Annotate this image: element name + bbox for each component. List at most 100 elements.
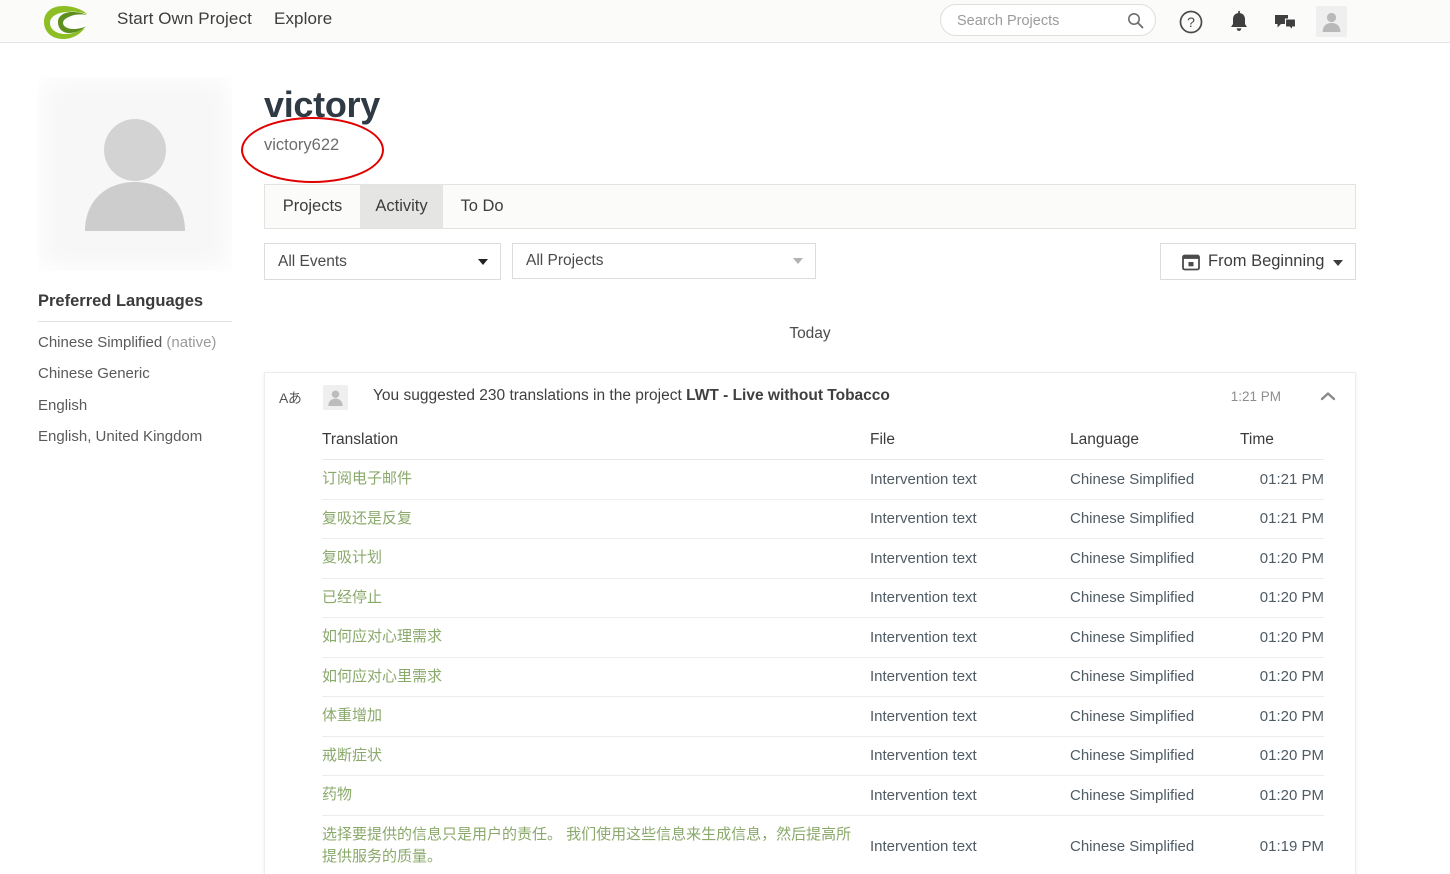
cell-translation: 如何应对心理需求 xyxy=(322,617,870,658)
translation-link[interactable]: 复吸计划 xyxy=(322,547,870,570)
profile-tab-bar: Projects Activity To Do xyxy=(264,184,1356,229)
language-item-english-uk[interactable]: English, United Kingdom xyxy=(38,428,202,445)
cell-translation: 药物 xyxy=(322,775,870,816)
cell-language: Chinese Simplified xyxy=(1070,815,1240,874)
cell-time: 01:21 PM xyxy=(1240,459,1324,500)
chevron-up-icon[interactable] xyxy=(1319,389,1337,401)
cell-time: 01:20 PM xyxy=(1240,696,1324,737)
table-header-row: Translation File Language Time xyxy=(322,431,1324,460)
translation-link[interactable]: 已经停止 xyxy=(322,587,870,610)
table-row: 复吸计划 Intervention text Chinese Simplified 0… xyxy=(322,538,1324,579)
translation-link[interactable]: 复吸还是反复 xyxy=(322,508,870,531)
activity-entry-header: Aあ You suggested 230 translations in the… xyxy=(265,373,1355,421)
sidebar-divider xyxy=(38,321,232,322)
cell-language: Chinese Simplified xyxy=(1070,696,1240,737)
language-name: Chinese Simplified xyxy=(38,334,163,351)
crowdin-logo-icon[interactable] xyxy=(38,3,90,41)
date-range-button[interactable]: From Beginning xyxy=(1160,243,1356,280)
cell-time: 01:20 PM xyxy=(1240,736,1324,776)
chat-icon[interactable] xyxy=(1271,8,1299,36)
cell-language: Chinese Simplified xyxy=(1070,538,1240,579)
column-header-language: Language xyxy=(1070,431,1240,460)
translation-link[interactable]: 体重增加 xyxy=(322,705,870,728)
search-input[interactable] xyxy=(955,5,1127,37)
translation-link[interactable]: 订阅电子邮件 xyxy=(322,468,870,491)
cell-translation: 订阅电子邮件 xyxy=(322,459,870,500)
language-item-english[interactable]: English xyxy=(38,397,87,414)
activity-text-prefix: You suggested 230 translations in the pr… xyxy=(373,387,687,404)
language-item-chinese-simplified[interactable]: Chinese Simplified (native) xyxy=(38,334,216,351)
translation-link[interactable]: 戒断症状 xyxy=(322,745,870,768)
table-row: 药物 Intervention text Chinese Simplified 01:… xyxy=(322,775,1324,816)
page-title: victory xyxy=(264,84,380,125)
cell-time: 01:19 PM xyxy=(1240,815,1324,874)
projects-filter-select[interactable]: All Projects xyxy=(512,243,816,279)
profile-placeholder-avatar-icon xyxy=(38,77,232,271)
page-root: Start Own Project Explore ? xyxy=(0,0,1450,874)
nav-start-own-project[interactable]: Start Own Project xyxy=(117,9,252,29)
translations-table: Translation File Language Time 订阅电子邮件 Int… xyxy=(322,431,1324,874)
cell-file: Intervention text xyxy=(870,499,1070,539)
cell-translation: 选择要提供的信息只是用户的责任。 我们使用这些信息来生成信息，然后提高所提供服务… xyxy=(322,815,870,874)
cell-file: Intervention text xyxy=(870,775,1070,816)
search-icon xyxy=(1127,12,1144,29)
cell-translation: 体重增加 xyxy=(322,696,870,737)
cell-file: Intervention text xyxy=(870,617,1070,658)
table-row: 订阅电子邮件 Intervention text Chinese Simplifie… xyxy=(322,459,1324,500)
translation-link[interactable]: 如何应对心理需求 xyxy=(322,626,870,649)
top-navigation-bar: Start Own Project Explore ? xyxy=(0,0,1450,43)
tab-todo[interactable]: To Do xyxy=(443,185,521,228)
translations-table-body: 订阅电子邮件 Intervention text Chinese Simplifie… xyxy=(322,459,1324,874)
cell-time: 01:20 PM xyxy=(1240,657,1324,697)
projects-filter-value: All Projects xyxy=(526,252,604,269)
account-avatar-icon[interactable] xyxy=(1316,6,1347,37)
cell-file: Intervention text xyxy=(870,578,1070,618)
table-row: 如何应对心里需求 Intervention text Chinese Simplif… xyxy=(322,657,1324,697)
user-avatar-icon xyxy=(323,385,348,410)
table-row: 如何应对心理需求 Intervention text Chinese Simplif… xyxy=(322,617,1324,658)
column-header-time: Time xyxy=(1240,431,1324,460)
tab-projects[interactable]: Projects xyxy=(265,185,360,228)
events-filter-value: All Events xyxy=(278,252,347,270)
help-icon[interactable]: ? xyxy=(1177,8,1205,36)
cell-translation: 复吸还是反复 xyxy=(322,499,870,539)
cell-translation: 复吸计划 xyxy=(322,538,870,579)
chevron-down-icon xyxy=(478,258,488,265)
language-item-chinese-generic[interactable]: Chinese Generic xyxy=(38,365,150,382)
cell-file: Intervention text xyxy=(870,696,1070,737)
day-divider: Today xyxy=(789,325,831,342)
cell-language: Chinese Simplified xyxy=(1070,578,1240,618)
preferred-languages-heading: Preferred Languages xyxy=(38,292,204,310)
column-header-file: File xyxy=(870,431,1070,460)
events-filter-select[interactable]: All Events xyxy=(264,243,501,280)
cell-file: Intervention text xyxy=(870,538,1070,579)
cell-language: Chinese Simplified xyxy=(1070,459,1240,500)
svg-text:?: ? xyxy=(1187,14,1195,30)
cell-time: 01:21 PM xyxy=(1240,499,1324,539)
table-row: 体重增加 Intervention text Chinese Simplified 0… xyxy=(322,696,1324,737)
cell-file: Intervention text xyxy=(870,815,1070,874)
translation-link[interactable]: 药物 xyxy=(322,784,870,807)
activity-project-name[interactable]: LWT - Live without Tobacco xyxy=(686,387,890,404)
cell-translation: 如何应对心里需求 xyxy=(322,657,870,697)
cell-time: 01:20 PM xyxy=(1240,578,1324,618)
activity-entry-card: Aあ You suggested 230 translations in the… xyxy=(264,372,1356,874)
cell-language: Chinese Simplified xyxy=(1070,657,1240,697)
cell-language: Chinese Simplified xyxy=(1070,775,1240,816)
translation-link[interactable]: 如何应对心里需求 xyxy=(322,666,870,689)
translation-icon: Aあ xyxy=(279,390,302,406)
translation-link[interactable]: 选择要提供的信息只是用户的责任。 我们使用这些信息来生成信息，然后提高所提供服务… xyxy=(322,824,870,869)
table-row: 已经停止 Intervention text Chinese Simplified 0… xyxy=(322,578,1324,618)
search-projects-box[interactable] xyxy=(940,4,1156,37)
cell-translation: 戒断症状 xyxy=(322,736,870,776)
nav-explore[interactable]: Explore xyxy=(274,9,332,29)
cell-language: Chinese Simplified xyxy=(1070,499,1240,539)
cell-language: Chinese Simplified xyxy=(1070,736,1240,776)
table-row: 戒断症状 Intervention text Chinese Simplified 0… xyxy=(322,736,1324,776)
tab-activity[interactable]: Activity xyxy=(360,185,443,228)
table-row: 选择要提供的信息只是用户的责任。 我们使用这些信息来生成信息，然后提高所提供服务… xyxy=(322,815,1324,874)
language-native-tag: (native) xyxy=(162,334,217,351)
date-range-label: From Beginning xyxy=(1208,252,1325,270)
profile-username: victory622 xyxy=(264,136,340,154)
bell-icon[interactable] xyxy=(1225,8,1253,36)
